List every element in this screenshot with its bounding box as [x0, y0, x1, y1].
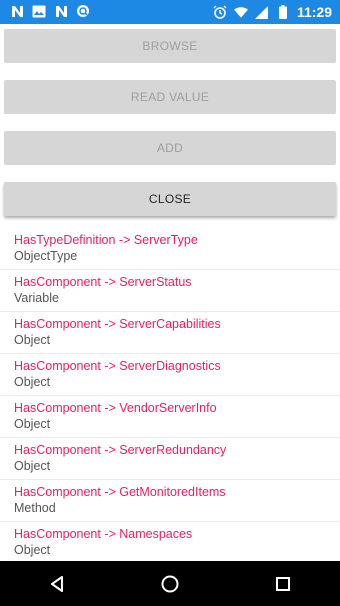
signal-icon [255, 5, 269, 19]
home-icon[interactable] [150, 564, 190, 604]
list-item[interactable]: HasComponent -> Namespaces Object [0, 522, 340, 561]
list-item[interactable]: HasComponent -> ServerDiagnostics Object [0, 354, 340, 396]
node-class-label: ObjectType [14, 249, 78, 263]
status-left-icons [10, 4, 90, 18]
list-item[interactable]: HasComponent -> ServerStatus Variable [0, 270, 340, 312]
read-value-button[interactable]: READ VALUE [4, 80, 336, 114]
reference-label: HasComponent -> ServerDiagnostics [14, 359, 221, 373]
reference-label: HasComponent -> ServerCapabilities [14, 317, 221, 331]
navigation-bar [0, 561, 340, 606]
node-class-label: Object [14, 417, 51, 431]
node-class-label: Variable [14, 291, 59, 305]
search-icon [76, 4, 90, 18]
back-icon[interactable] [37, 564, 77, 604]
status-right-icons: 11:29 [213, 3, 332, 21]
reference-label: HasComponent -> GetMonitoredItems [14, 485, 226, 499]
node-class-label: Method [14, 501, 56, 515]
node-class-label: Object [14, 375, 51, 389]
browse-button[interactable]: BROWSE [4, 29, 336, 63]
list-item[interactable]: HasTypeDefinition -> ServerType ObjectTy… [0, 228, 340, 270]
reference-label: HasComponent -> ServerRedundancy [14, 443, 227, 457]
list-item[interactable]: HasComponent -> ServerCapabilities Objec… [0, 312, 340, 354]
n-notification-icon [10, 4, 24, 18]
list-item[interactable]: HasComponent -> ServerRedundancy Object [0, 438, 340, 480]
reference-label: HasComponent -> Namespaces [14, 527, 193, 541]
close-button[interactable]: CLOSE [4, 182, 336, 216]
wifi-icon [233, 5, 248, 19]
battery-icon [276, 5, 290, 19]
add-button[interactable]: ADD [4, 131, 336, 165]
node-class-label: Object [14, 543, 51, 557]
reference-label: HasTypeDefinition -> ServerType [14, 233, 198, 247]
node-class-label: Object [14, 459, 51, 473]
image-icon [32, 4, 46, 18]
status-bar: 11:29 [0, 0, 340, 24]
reference-label: HasComponent -> VendorServerInfo [14, 401, 217, 415]
node-class-label: Object [14, 333, 51, 347]
references-list[interactable]: HasTypeDefinition -> ServerType ObjectTy… [0, 228, 340, 561]
recents-icon[interactable] [263, 564, 303, 604]
list-item[interactable]: HasComponent -> VendorServerInfo Object [0, 396, 340, 438]
alarm-icon [213, 5, 227, 19]
status-time: 11:29 [296, 4, 332, 20]
n-notification-icon [54, 4, 68, 18]
reference-label: HasComponent -> ServerStatus [14, 275, 192, 289]
list-item[interactable]: HasComponent -> GetMonitoredItems Method [0, 480, 340, 522]
